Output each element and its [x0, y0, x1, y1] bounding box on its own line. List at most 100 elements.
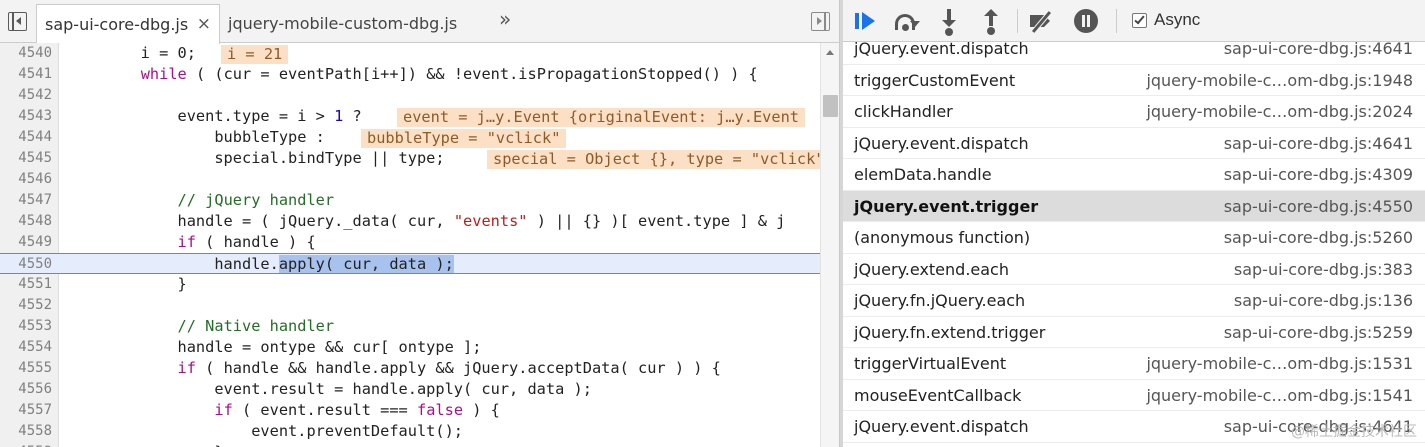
tab-label: sap-ui-core-dbg.js [45, 15, 189, 34]
toolbar-separator [1116, 9, 1117, 33]
call-stack-frame[interactable]: mouseEventCallback jquery-mobile-c…om-dbg… [843, 380, 1425, 411]
code-line: 4542 [0, 85, 820, 106]
frame-function-name: mouseEventCallback [854, 385, 1022, 405]
line-number[interactable]: 4546 [0, 169, 52, 190]
frame-function-name: jQuery.fn.extend.trigger [854, 322, 1046, 342]
close-tab-icon[interactable]: × [197, 5, 211, 44]
inline-variable-value: i = 21 [221, 45, 289, 64]
current-execution-line: 4550 handle.apply( cur, data ); [0, 253, 820, 274]
code-line: 4558 event.preventDefault(); [0, 421, 820, 442]
more-tabs-icon[interactable]: » [499, 7, 511, 31]
step-into-button[interactable] [936, 8, 962, 36]
frame-location-link[interactable]: jquery-mobile-c…om-dbg.js:1948 [1146, 65, 1413, 96]
pause-on-exceptions-button[interactable] [1073, 8, 1099, 34]
inline-variable-value: event = j…y.Event {originalEvent: j…y.Ev… [397, 108, 806, 127]
step-out-icon [984, 9, 998, 16]
code-text: if ( event.result === false ) { [214, 401, 500, 419]
call-stack-frame[interactable]: (anonymous function) sap-ui-core-dbg.js:5… [843, 222, 1425, 254]
code-line: 4546 [0, 169, 820, 190]
call-stack-frame[interactable]: jQuery.fn.extend.trigger sap-ui-core-dbg.… [843, 317, 1425, 348]
line-number[interactable]: 4543 [0, 106, 52, 127]
step-out-button[interactable] [978, 8, 1004, 35]
resume-icon [855, 13, 859, 29]
line-number[interactable]: 4553 [0, 316, 52, 337]
scrollbar-thumb[interactable] [823, 95, 838, 117]
frame-function-name: triggerVirtualEvent [854, 354, 1007, 373]
code-line: 4556 event.result = handle.apply( cur, d… [0, 379, 820, 400]
tab-jquery-mobile-custom-dbg[interactable]: jquery-mobile-custom-dbg.js [220, 4, 465, 43]
line-number[interactable]: 4545 [0, 148, 52, 169]
frame-function-name: (anonymous function) [854, 228, 1031, 247]
tab-label: jquery-mobile-custom-dbg.js [228, 14, 458, 33]
code-text: handle = ontype && cur[ ontype ]; [67, 338, 482, 356]
inline-variable-value: bubbleType = "vclick" [361, 129, 567, 148]
frame-function-name: elemData.handle [854, 165, 992, 184]
source-editor-panel: sap-ui-core-dbg.js × jquery-mobile-custo… [0, 0, 839, 447]
call-stack-frame[interactable]: triggerVirtualEvent jquery-mobile-c…om-db… [843, 348, 1425, 380]
line-number[interactable]: 4541 [0, 64, 52, 85]
frame-function-name: jQuery.event.dispatch [854, 133, 1029, 153]
line-number[interactable]: 4548 [0, 211, 52, 232]
frame-location-link[interactable]: sap-ui-core-dbg.js:4641 [1224, 33, 1413, 64]
code-line: 4544 bubbleType : bubbleType = "vclick" [0, 127, 820, 148]
code-text: event.type = i > 1 ? [67, 107, 362, 125]
frame-location-link[interactable]: jquery-mobile-c…om-dbg.js:2024 [1146, 96, 1413, 127]
call-stack-frame[interactable]: jQuery.event.dispatch sap-ui-core-dbg.js:… [843, 128, 1425, 159]
frame-location-link[interactable]: sap-ui-core-dbg.js:5259 [1224, 317, 1413, 348]
call-stack-frame[interactable]: triggerCustomEvent jquery-mobile-c…om-dbg… [843, 65, 1425, 96]
code-line: 4554 handle = ontype && cur[ ontype ]; [0, 337, 820, 358]
frame-location-link[interactable]: sap-ui-core-dbg.js:4550 [1224, 191, 1413, 222]
code-text: event.preventDefault(); [67, 422, 464, 440]
call-stack-frame-selected[interactable]: jQuery.event.trigger sap-ui-core-dbg.js:4… [843, 190, 1425, 222]
line-number[interactable]: 4558 [0, 421, 52, 442]
scroll-up-arrow-icon[interactable] [826, 50, 834, 55]
frame-location-link[interactable]: sap-ui-core-dbg.js:136 [1234, 285, 1413, 316]
line-number[interactable]: 4542 [0, 85, 52, 106]
call-stack-frame[interactable]: jQuery.fn.jQuery.each sap-ui-core-dbg.js:… [843, 285, 1425, 317]
call-stack-frame[interactable]: jQuery.event.dispatch sap-ui-core-dbg.js:… [843, 33, 1425, 65]
line-number[interactable]: 4549 [0, 232, 52, 253]
frame-location-link[interactable]: jquery-mobile-c…om-dbg.js:1541 [1146, 380, 1413, 411]
line-number[interactable]: 4550 [0, 254, 52, 275]
resume-button[interactable] [853, 8, 879, 34]
frame-function-name: jQuery.event.dispatch [854, 417, 1029, 436]
frame-location-link[interactable]: sap-ui-core-dbg.js:5260 [1224, 222, 1413, 253]
code-text: while ( (cur = eventPath[i++]) && !event… [140, 65, 758, 83]
frame-location-link[interactable]: sap-ui-core-dbg.js:4641 [1224, 128, 1413, 159]
step-over-button[interactable] [893, 8, 920, 34]
line-number[interactable]: 4540 [0, 43, 52, 64]
toggle-debugger-icon[interactable] [811, 12, 830, 31]
code-text: i = 0; [67, 44, 196, 62]
frame-location-link[interactable]: jquery-mobile-c…om-dbg.js:1531 [1146, 348, 1413, 379]
code-line: 4553 // Native handler [0, 316, 820, 337]
call-stack-frame[interactable]: jQuery.extend.each sap-ui-core-dbg.js:383 [843, 254, 1425, 285]
code-line: 4547 // jQuery handler [0, 190, 820, 211]
frame-function-name: jQuery.event.trigger [854, 196, 1039, 216]
line-number[interactable]: 4556 [0, 379, 52, 400]
toolbar-separator [1017, 9, 1018, 33]
frame-function-name: jQuery.fn.jQuery.each [854, 291, 1026, 310]
call-stack-frame[interactable]: elemData.handle sap-ui-core-dbg.js:4309 [843, 159, 1425, 191]
pause-exceptions-icon [1074, 9, 1098, 33]
editor-tab-bar: sap-ui-core-dbg.js × jquery-mobile-custo… [0, 0, 839, 44]
frame-location-link[interactable]: sap-ui-core-dbg.js:383 [1234, 254, 1413, 285]
deactivate-breakpoints-button[interactable] [1029, 8, 1055, 34]
async-checkbox[interactable] [1132, 13, 1147, 28]
tab-sap-ui-core-dbg[interactable]: sap-ui-core-dbg.js × [36, 4, 220, 44]
call-stack-frame[interactable]: clickHandler jquery-mobile-c…om-dbg.js:20… [843, 96, 1425, 128]
line-number[interactable]: 4559 [0, 442, 52, 447]
line-number[interactable]: 4557 [0, 400, 52, 421]
line-number[interactable]: 4552 [0, 295, 52, 316]
frame-function-name: jQuery.event.dispatch [854, 39, 1029, 58]
line-number[interactable]: 4544 [0, 127, 52, 148]
line-number[interactable]: 4555 [0, 358, 52, 379]
frame-location-link[interactable]: sap-ui-core-dbg.js:4309 [1224, 159, 1413, 190]
toggle-navigator-icon[interactable] [8, 12, 27, 31]
code-text: special.bindType || type; [67, 149, 445, 167]
line-number[interactable]: 4551 [0, 274, 52, 295]
inline-variable-value: special = Object {}, type = "vclick" [487, 150, 822, 169]
vertical-scrollbar[interactable] [820, 43, 839, 447]
line-number[interactable]: 4547 [0, 190, 52, 211]
code-view[interactable]: 4540 i = 0; i = 21 4541 while ( (cur = eve… [0, 43, 839, 447]
line-number[interactable]: 4554 [0, 337, 52, 358]
